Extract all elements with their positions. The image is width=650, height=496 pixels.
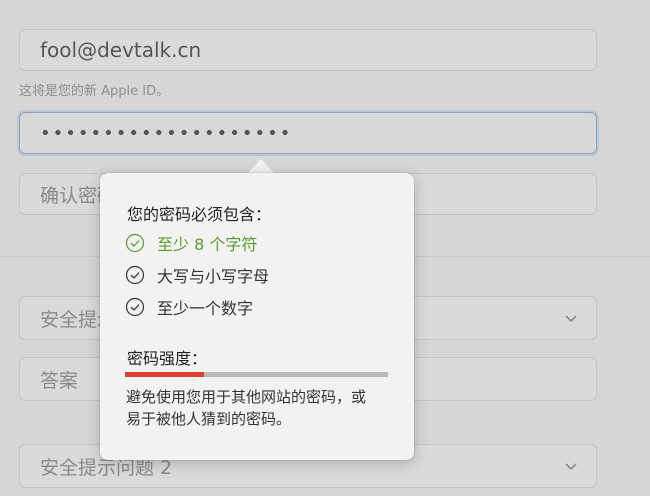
popover-arrow <box>247 159 275 174</box>
apple-id-email-field[interactable]: fool@devtalk.cn <box>19 29 597 71</box>
signup-form-page: fool@devtalk.cn 这将是您的新 Apple ID。 •••••••… <box>0 0 650 496</box>
popover-title: 您的密码必须包含： <box>127 205 272 224</box>
email-hint: 这将是您的新 Apple ID。 <box>19 84 170 99</box>
requirement-item: 至少一个数字 <box>125 295 253 319</box>
check-circle-icon <box>125 265 145 285</box>
check-circle-icon <box>125 297 145 317</box>
strength-meter <box>125 372 388 377</box>
chevron-down-icon <box>565 315 577 323</box>
security-answer-1-placeholder: 答案 <box>40 369 79 392</box>
strength-meter-fill <box>125 372 204 377</box>
requirement-label: 大写与小写字母 <box>157 267 270 286</box>
strength-label: 密码强度： <box>127 349 208 368</box>
requirement-item: 至少 8 个字符 <box>125 231 257 255</box>
password-advice: 避免使用您用于其他网站的密码，或易于被他人猜到的密码。 <box>126 388 367 428</box>
check-circle-icon <box>125 233 145 253</box>
password-value: •••••••••••••••••••• <box>40 122 293 144</box>
chevron-down-icon <box>565 463 577 471</box>
email-value: fool@devtalk.cn <box>40 38 202 62</box>
password-field[interactable]: •••••••••••••••••••• <box>19 112 597 154</box>
requirement-item: 大写与小写字母 <box>125 263 269 287</box>
password-requirements-popover: 您的密码必须包含： 至少 8 个字符 大写与小写字母 至少一个数字 密码强度： <box>100 173 414 460</box>
requirement-label: 至少一个数字 <box>157 299 254 318</box>
requirement-label: 至少 8 个字符 <box>157 235 258 254</box>
